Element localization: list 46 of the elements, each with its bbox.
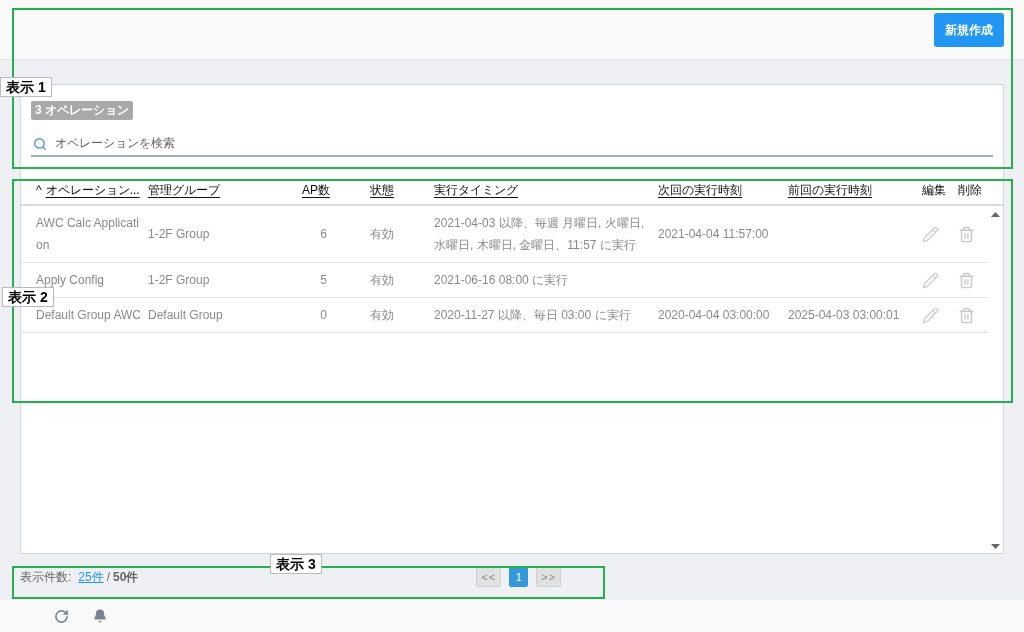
refresh-icon[interactable] xyxy=(54,608,69,624)
sort-indicator: ^ xyxy=(36,183,42,197)
bell-icon[interactable] xyxy=(93,609,107,623)
table-cell-text: 2021-06-16 08:00 に実行 xyxy=(434,272,570,289)
column-header[interactable]: 次回の実行時刻 xyxy=(658,183,742,197)
page-size-label: 表示件数: xyxy=(20,568,72,586)
table-cell-text: 有効 xyxy=(369,272,395,289)
table-cell-text: 2021-04-04 11:57:00 xyxy=(658,226,770,243)
separator: / xyxy=(106,570,111,584)
delete-icon[interactable] xyxy=(958,271,975,289)
table-cell-text: Apply Config xyxy=(36,272,106,289)
annotation-label: 表示 2 xyxy=(2,287,54,307)
operation-count-badge: 3 オペレーション xyxy=(31,101,133,120)
column-header[interactable]: AP数 xyxy=(302,183,330,197)
table-cell-text: 2025-04-03 03:00:01 xyxy=(788,307,901,324)
edit-icon[interactable] xyxy=(922,306,939,324)
edit-icon[interactable] xyxy=(922,225,939,243)
table-cell-text: 有効 xyxy=(369,226,395,243)
table-cell-text: AWC Calc Application xyxy=(36,215,140,254)
column-header: 削除 xyxy=(958,183,982,197)
column-header[interactable]: 前回の実行時刻 xyxy=(788,183,872,197)
edit-icon[interactable] xyxy=(922,271,939,289)
column-header[interactable]: 管理グループ xyxy=(148,183,220,197)
scroll-up-icon[interactable] xyxy=(991,212,1000,217)
table-cell-text: Default Group xyxy=(148,307,224,324)
table-cell-text: 0 xyxy=(319,307,328,324)
table-cell-text: 1-2F Group xyxy=(148,272,211,289)
search-icon xyxy=(33,137,47,151)
table-cell-text: Default Group AWC xyxy=(36,307,142,324)
scroll-down-icon[interactable] xyxy=(991,544,1000,549)
table-cell-text: 2020-11-27 以降、毎日 03:00 に実行 xyxy=(434,307,632,324)
table-cell-text: 6 xyxy=(319,226,328,243)
column-header[interactable]: 状態 xyxy=(370,183,394,197)
table-cell-text: 2021-04-03 以降、毎週 月曜日, 火曜日, 水曜日, 木曜日, 金曜日、11:57 に実行 xyxy=(434,215,646,254)
table-cell-text: 1-2F Group xyxy=(148,226,211,243)
column-header: 編集 xyxy=(922,183,946,197)
column-header[interactable]: オペレーション... xyxy=(45,183,140,197)
delete-icon[interactable] xyxy=(958,306,975,324)
table-cell-text: 2020-04-04 03:00:00 xyxy=(658,307,771,324)
table-cell-text: 5 xyxy=(319,272,328,289)
total-count: 50件 xyxy=(113,568,139,586)
column-header[interactable]: 実行タイミング xyxy=(434,183,518,197)
annotation-label: 表示 3 xyxy=(270,554,322,574)
annotation-label: 表示 1 xyxy=(0,77,52,97)
table-cell-text: 有効 xyxy=(369,307,395,324)
delete-icon[interactable] xyxy=(958,225,975,243)
